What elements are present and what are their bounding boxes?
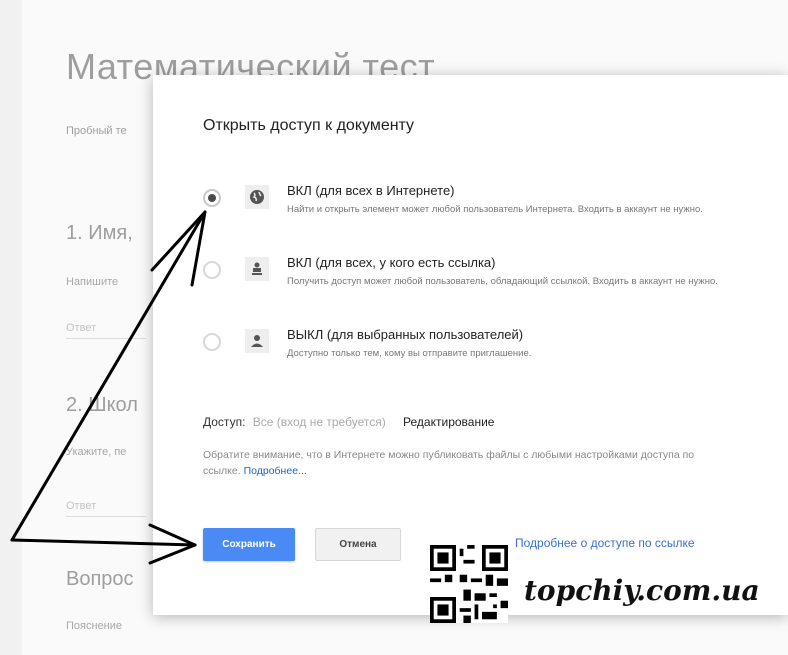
option-specific-people-label: ВЫКЛ (для выбранных пользователей)	[287, 327, 524, 342]
dialog-title: Открыть доступ к документу	[203, 117, 415, 134]
access-value: Все (вход не требуется)	[252, 415, 386, 429]
question-1-input[interactable]: Ответ	[66, 322, 146, 339]
radio-specific-people[interactable]	[203, 333, 221, 351]
option-specific-people[interactable]: ВЫКЛ (для выбранных пользователей) Досту…	[203, 327, 763, 387]
option-anyone-with-link[interactable]: ВКЛ (для всех, у кого есть ссылка) Получ…	[203, 255, 763, 315]
people-icon	[245, 257, 269, 281]
question-2-hint: Укажите, пе	[66, 446, 127, 458]
sharing-note: Обратите внимание, что в Интернете можно…	[203, 447, 723, 479]
option-public-web-desc: Найти и открыть элемент может любой поль…	[287, 204, 703, 215]
left-gutter	[0, 0, 22, 655]
question-1-hint: Напишите	[66, 276, 119, 288]
access-row: Доступ: Все (вход не требуется) Редактир…	[203, 415, 494, 429]
access-label: Доступ:	[203, 415, 246, 429]
access-mode-dropdown[interactable]: Редактирование	[403, 415, 494, 429]
globe-icon	[245, 185, 269, 209]
question-3-hint: Пояснение	[66, 620, 123, 632]
option-public-web[interactable]: ВКЛ (для всех в Интернете) Найти и откры…	[203, 183, 763, 243]
radio-anyone-with-link[interactable]	[203, 261, 221, 279]
cancel-button[interactable]: Отмена	[315, 528, 401, 561]
option-specific-people-desc: Доступно только тем, кому вы отправите п…	[287, 348, 532, 359]
question-2-title: 2. Школ	[66, 394, 138, 416]
question-1-title: 1. Имя,	[66, 222, 133, 244]
option-public-web-label: ВКЛ (для всех в Интернете)	[287, 183, 455, 198]
option-anyone-with-link-label: ВКЛ (для всех, у кого есть ссылка)	[287, 255, 496, 270]
radio-public-web[interactable]	[203, 189, 221, 207]
sharing-dialog: Открыть доступ к документу ВКЛ (для всех…	[153, 75, 788, 615]
form-description: Пробный те	[66, 125, 127, 137]
person-icon	[245, 329, 269, 353]
learn-more-link[interactable]: Подробнее...	[244, 465, 307, 477]
question-3-title: Вопрос	[66, 568, 134, 590]
option-anyone-with-link-desc: Получить доступ может любой пользователь…	[287, 276, 718, 287]
qr-code-icon	[430, 545, 508, 623]
link-sharing-help-link[interactable]: Подробнее о доступе по ссылке	[515, 536, 695, 550]
question-2-input[interactable]: Ответ	[66, 500, 146, 517]
watermark: topchiy.com.ua	[524, 574, 760, 607]
save-button[interactable]: Сохранить	[203, 528, 295, 561]
